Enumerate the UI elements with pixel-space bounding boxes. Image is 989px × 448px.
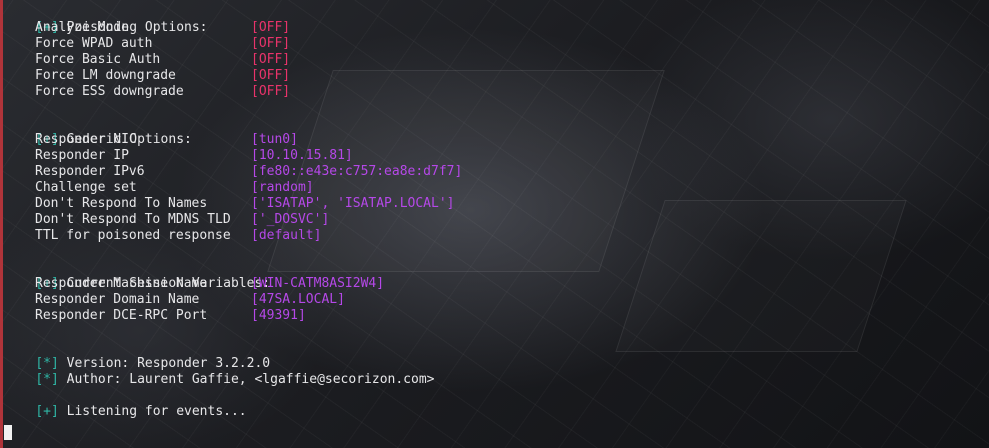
- option-row: Responder IPv6 [fe80::e43e:c757:ea8e:d7f7…: [4, 164, 989, 180]
- terminal-cursor: [4, 425, 12, 440]
- option-label: Force LM downgrade: [35, 68, 176, 83]
- option-label: Challenge set: [35, 180, 137, 195]
- option-value: [fe80::e43e:c757:ea8e:d7f7]: [251, 164, 463, 179]
- option-row: Force LM downgrade [OFF]: [4, 68, 989, 84]
- option-label: Responder IPv6: [35, 164, 145, 179]
- option-row: Force WPAD auth [OFF]: [4, 36, 989, 52]
- option-label: Force Basic Auth: [35, 52, 161, 67]
- option-value: [default]: [251, 228, 322, 243]
- option-row: Don't Respond To MDNS TLD ['_DOSVC']: [4, 212, 989, 228]
- section-header-session: [+] Current Session Variables:: [4, 260, 989, 291]
- option-label: Don't Respond To Names: [35, 196, 208, 211]
- option-value: [tun0]: [251, 132, 298, 147]
- option-value: ['_DOSVC']: [251, 212, 330, 227]
- section-header-poisoning: [+] Poisoning Options:: [4, 4, 989, 35]
- option-row: Force Basic Auth [OFF]: [4, 52, 989, 68]
- option-label: Responder IP: [35, 148, 129, 163]
- option-label: Responder NIC: [35, 132, 137, 147]
- window-edge-accent: [0, 0, 3, 448]
- option-value: [random]: [251, 180, 314, 195]
- option-value: [OFF]: [251, 52, 291, 67]
- option-row: Responder IP [10.10.15.81]: [4, 148, 989, 164]
- option-row: Responder NIC [tun0]: [4, 132, 989, 148]
- option-value: [OFF]: [251, 36, 291, 51]
- terminal-output[interactable]: [+] Poisoning Options: Analyze Mode [OFF]…: [4, 4, 989, 448]
- option-label: Force ESS downgrade: [35, 84, 184, 99]
- listening-line: [+] Listening for events...: [4, 388, 989, 419]
- option-value: [47SA.LOCAL]: [251, 292, 345, 307]
- option-row: Challenge set [random]: [4, 180, 989, 196]
- option-row: Don't Respond To Names ['ISATAP', 'ISATAP…: [4, 196, 989, 212]
- option-row: TTL for poisoned response [default]: [4, 228, 989, 244]
- option-row: Responder Domain Name [47SA.LOCAL]: [4, 292, 989, 308]
- option-label: Analyze Mode: [35, 20, 129, 35]
- option-value: [49391]: [251, 308, 306, 323]
- option-value: [10.10.15.81]: [251, 148, 353, 163]
- option-row: Analyze Mode [OFF]: [4, 20, 989, 36]
- status-marker: [+]: [35, 404, 59, 419]
- section-header-generic: [+] Generic Options:: [4, 116, 989, 147]
- option-value: ['ISATAP', 'ISATAP.LOCAL']: [251, 196, 455, 211]
- option-row: Responder DCE-RPC Port [49391]: [4, 308, 989, 324]
- version-line: [*] Version: Responder 3.2.2.0: [4, 340, 989, 371]
- author-line: [*] Author: Laurent Gaffie, <lgaffie@sec…: [4, 356, 989, 387]
- option-value: [OFF]: [251, 84, 291, 99]
- option-label: Responder DCE-RPC Port: [35, 308, 208, 323]
- option-label: Responder Machine Name: [35, 276, 208, 291]
- option-label: TTL for poisoned response: [35, 228, 231, 243]
- option-row: Responder Machine Name [WIN-CATM8ASI2W4]: [4, 276, 989, 292]
- option-value: [WIN-CATM8ASI2W4]: [251, 276, 385, 291]
- option-label: Don't Respond To MDNS TLD: [35, 212, 231, 227]
- option-value: [OFF]: [251, 68, 291, 83]
- option-value: [OFF]: [251, 20, 291, 35]
- option-label: Responder Domain Name: [35, 292, 200, 307]
- option-row: Force ESS downgrade [OFF]: [4, 84, 989, 100]
- listening-text: Listening for events...: [66, 404, 247, 419]
- option-label: Force WPAD auth: [35, 36, 153, 51]
